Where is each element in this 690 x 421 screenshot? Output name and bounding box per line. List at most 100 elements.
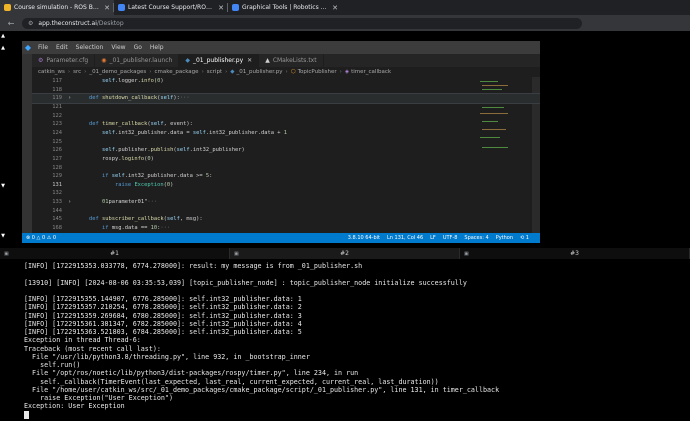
- cmake-icon: ▲: [265, 57, 270, 64]
- code-text: self.logger.info(0): [101, 78, 164, 84]
- code-line[interactable]: 168 if msg.data == 10:···: [32, 224, 540, 233]
- breadcrumb-item[interactable]: TopicPublisher: [298, 69, 337, 75]
- chevron-right-icon: ›: [201, 69, 204, 75]
- menu-view[interactable]: View: [107, 44, 129, 51]
- chevron-right-icon: ›: [225, 69, 228, 75]
- terminal-line: File "/home/user/catkin_ws/src/_01_demo_…: [24, 385, 500, 394]
- code-text: def shutdown_callback(self):···: [88, 95, 190, 102]
- terminal-line: [13910] [INFO] [2024-08-06 03:35:53,039]…: [24, 278, 467, 287]
- browser-tab-title: Course simulation - ROS Basics: [14, 4, 102, 11]
- terminal-icon: ▣: [234, 250, 239, 257]
- terminal-line: raise Exception("User Exception"): [24, 394, 173, 402]
- browser-toolbar: ← ⚙ app.theconstruct.ai/Desktop: [0, 15, 690, 31]
- screen: Course simulation - ROS Basics ✕ Latest …: [0, 0, 690, 421]
- editor-tab-label: CMakeLists.txt: [272, 57, 317, 64]
- problems-indicator[interactable]: ⊗ 0 △ 0 ⚠ 0: [26, 235, 56, 241]
- language-mode[interactable]: Python: [496, 235, 513, 241]
- code-text: if msg.data == 10:···: [101, 225, 171, 232]
- editor-tab-publisher-launch[interactable]: ◉ _01_publisher.launch: [95, 54, 180, 67]
- terminal-output[interactable]: [INFO] [1722915353.033778, 6774.278000]:…: [0, 259, 690, 421]
- browser-tab-title: Latest Course Support/ROS Ba...: [128, 4, 215, 11]
- menu-selection[interactable]: Selection: [72, 44, 108, 51]
- scroll-up-icon[interactable]: ▲: [0, 33, 6, 39]
- code-editor-window: ◆ File Edit Selection View Go Help ⚙ Par…: [22, 41, 540, 243]
- editor-tab-label: _01_publisher.launch: [109, 57, 173, 64]
- terminal-line: self.run(): [24, 361, 81, 369]
- desktop-page: ▲ ▲ ▼ ▼ ◆ File Edit Selection View Go He…: [0, 31, 690, 421]
- fold-gutter: [68, 224, 76, 233]
- panel-scrollbar[interactable]: ▲ ▲ ▼ ▼: [0, 33, 6, 241]
- menu-file[interactable]: File: [34, 44, 52, 51]
- vscode-logo-icon: ◆: [24, 43, 32, 52]
- back-arrow-icon[interactable]: ←: [6, 19, 16, 28]
- breadcrumb-item[interactable]: src: [73, 69, 81, 75]
- address-bar[interactable]: ⚙ app.theconstruct.ai/Desktop: [22, 17, 582, 29]
- rss-icon: ◉: [101, 57, 107, 64]
- python-icon: ◆: [185, 57, 190, 64]
- left-panel: ▲ ▲ ▼ ▼: [0, 31, 22, 243]
- scroll-down-icon[interactable]: ▼: [0, 183, 6, 189]
- code-text: self.int32_publisher.data = self.int32_p…: [101, 129, 287, 136]
- browser-tab-strip: Course simulation - ROS Basics ✕ Latest …: [0, 0, 690, 15]
- editor-menu-bar: ◆ File Edit Selection View Go Help: [22, 41, 540, 54]
- terminal-tab-label: #3: [570, 250, 579, 257]
- site-info-icon[interactable]: ⚙: [28, 20, 33, 27]
- menu-edit[interactable]: Edit: [52, 44, 72, 51]
- terminal-tab-bar: ▣ #1 ▣ #2 ▣ #3: [0, 248, 690, 259]
- url-path: /Desktop: [96, 19, 124, 27]
- breadcrumb-item[interactable]: _01_publisher.py: [237, 69, 283, 75]
- editor-tab-publisher-py[interactable]: ◆ _01_publisher.py ✕: [179, 54, 260, 67]
- terminal-tab-2[interactable]: ▣ #2: [230, 248, 460, 259]
- code-text: if self.int32_publisher.data >= 5:: [101, 173, 213, 180]
- close-icon[interactable]: ✕: [104, 4, 110, 12]
- scroll-up-icon[interactable]: ▲: [0, 45, 6, 51]
- sync-indicator[interactable]: ⟲ 1: [520, 235, 529, 241]
- menu-go[interactable]: Go: [130, 44, 146, 51]
- breadcrumb-item[interactable]: cmake_package: [154, 69, 198, 75]
- python-interpreter[interactable]: 3.8.10 64-bit: [348, 235, 380, 241]
- breadcrumb-item[interactable]: timer_callback: [351, 69, 391, 75]
- cursor-position[interactable]: Ln 131, Col 46: [387, 235, 423, 241]
- terminal-cursor: [24, 410, 29, 419]
- scroll-down-icon[interactable]: ▼: [0, 233, 6, 239]
- close-icon[interactable]: ✕: [247, 57, 252, 64]
- code-text: def subscriber_callback(self, msg):: [88, 216, 203, 223]
- encoding[interactable]: UTF-8: [443, 235, 458, 241]
- terminal-line: [INFO] [1722915357.210254, 6778.285000]:…: [24, 303, 302, 312]
- indentation[interactable]: Spaces: 4: [464, 235, 488, 241]
- terminal-line: self._callback(TimerEvent(last_expected,…: [24, 377, 439, 386]
- editor-tab-label: Parameter.cfg: [46, 57, 89, 64]
- docs-favicon-icon: [232, 4, 239, 11]
- editor-tab-parameter-cfg[interactable]: ⚙ Parameter.cfg: [32, 54, 96, 67]
- editor-tab-label: _01_publisher.py: [192, 57, 244, 64]
- terminal-tab-3[interactable]: ▣ #3: [460, 248, 690, 259]
- terminal-tab-1[interactable]: ▣ #1: [0, 248, 230, 259]
- breadcrumb-item[interactable]: catkin_ws: [38, 69, 65, 75]
- chevron-right-icon: ›: [84, 69, 87, 75]
- line-ending[interactable]: LF: [430, 235, 436, 241]
- line-number: 168: [52, 225, 62, 232]
- terminal-line: Exception in thread Thread-6:: [24, 336, 141, 345]
- browser-tab-graphical-tools[interactable]: Graphical Tools | Robotics & R... ✕: [228, 0, 342, 15]
- code-text: 01parameter01"···: [101, 199, 158, 206]
- breadcrumb-item[interactable]: _01_demo_packages: [89, 69, 146, 75]
- close-icon[interactable]: ✕: [218, 4, 224, 12]
- menu-help[interactable]: Help: [146, 44, 168, 51]
- python-icon: ◆: [230, 69, 235, 75]
- browser-tab-course-simulation[interactable]: Course simulation - ROS Basics ✕: [0, 0, 114, 15]
- breadcrumb: catkin_ws › src › _01_demo_packages › cmake…: [32, 67, 540, 77]
- terminal-tab-label: #1: [110, 250, 119, 257]
- terminal-line: Exception: User Exception: [24, 402, 125, 411]
- editor-tab-bar: ⚙ Parameter.cfg ◉ _01_publisher.launch ◆…: [32, 54, 540, 67]
- browser-tab-course-support[interactable]: Latest Course Support/ROS Ba... ✕: [114, 0, 228, 15]
- terminal-line: Traceback (most recent call last):: [24, 344, 161, 353]
- breadcrumb-item[interactable]: script: [207, 69, 222, 75]
- close-icon[interactable]: ✕: [332, 4, 338, 12]
- terminal-icon: ▣: [464, 250, 469, 257]
- editor-tab-cmakelists[interactable]: ▲ CMakeLists.txt: [259, 54, 324, 67]
- chevron-right-icon: ›: [339, 69, 342, 75]
- url-host: app.theconstruct.ai: [38, 19, 97, 27]
- code-area[interactable]: 117 self.logger.info(0) 118 119 › def shut…: [32, 77, 540, 233]
- right-panel: [540, 31, 690, 243]
- code-text: self.publisher.publish(self.int32_publis…: [101, 147, 245, 154]
